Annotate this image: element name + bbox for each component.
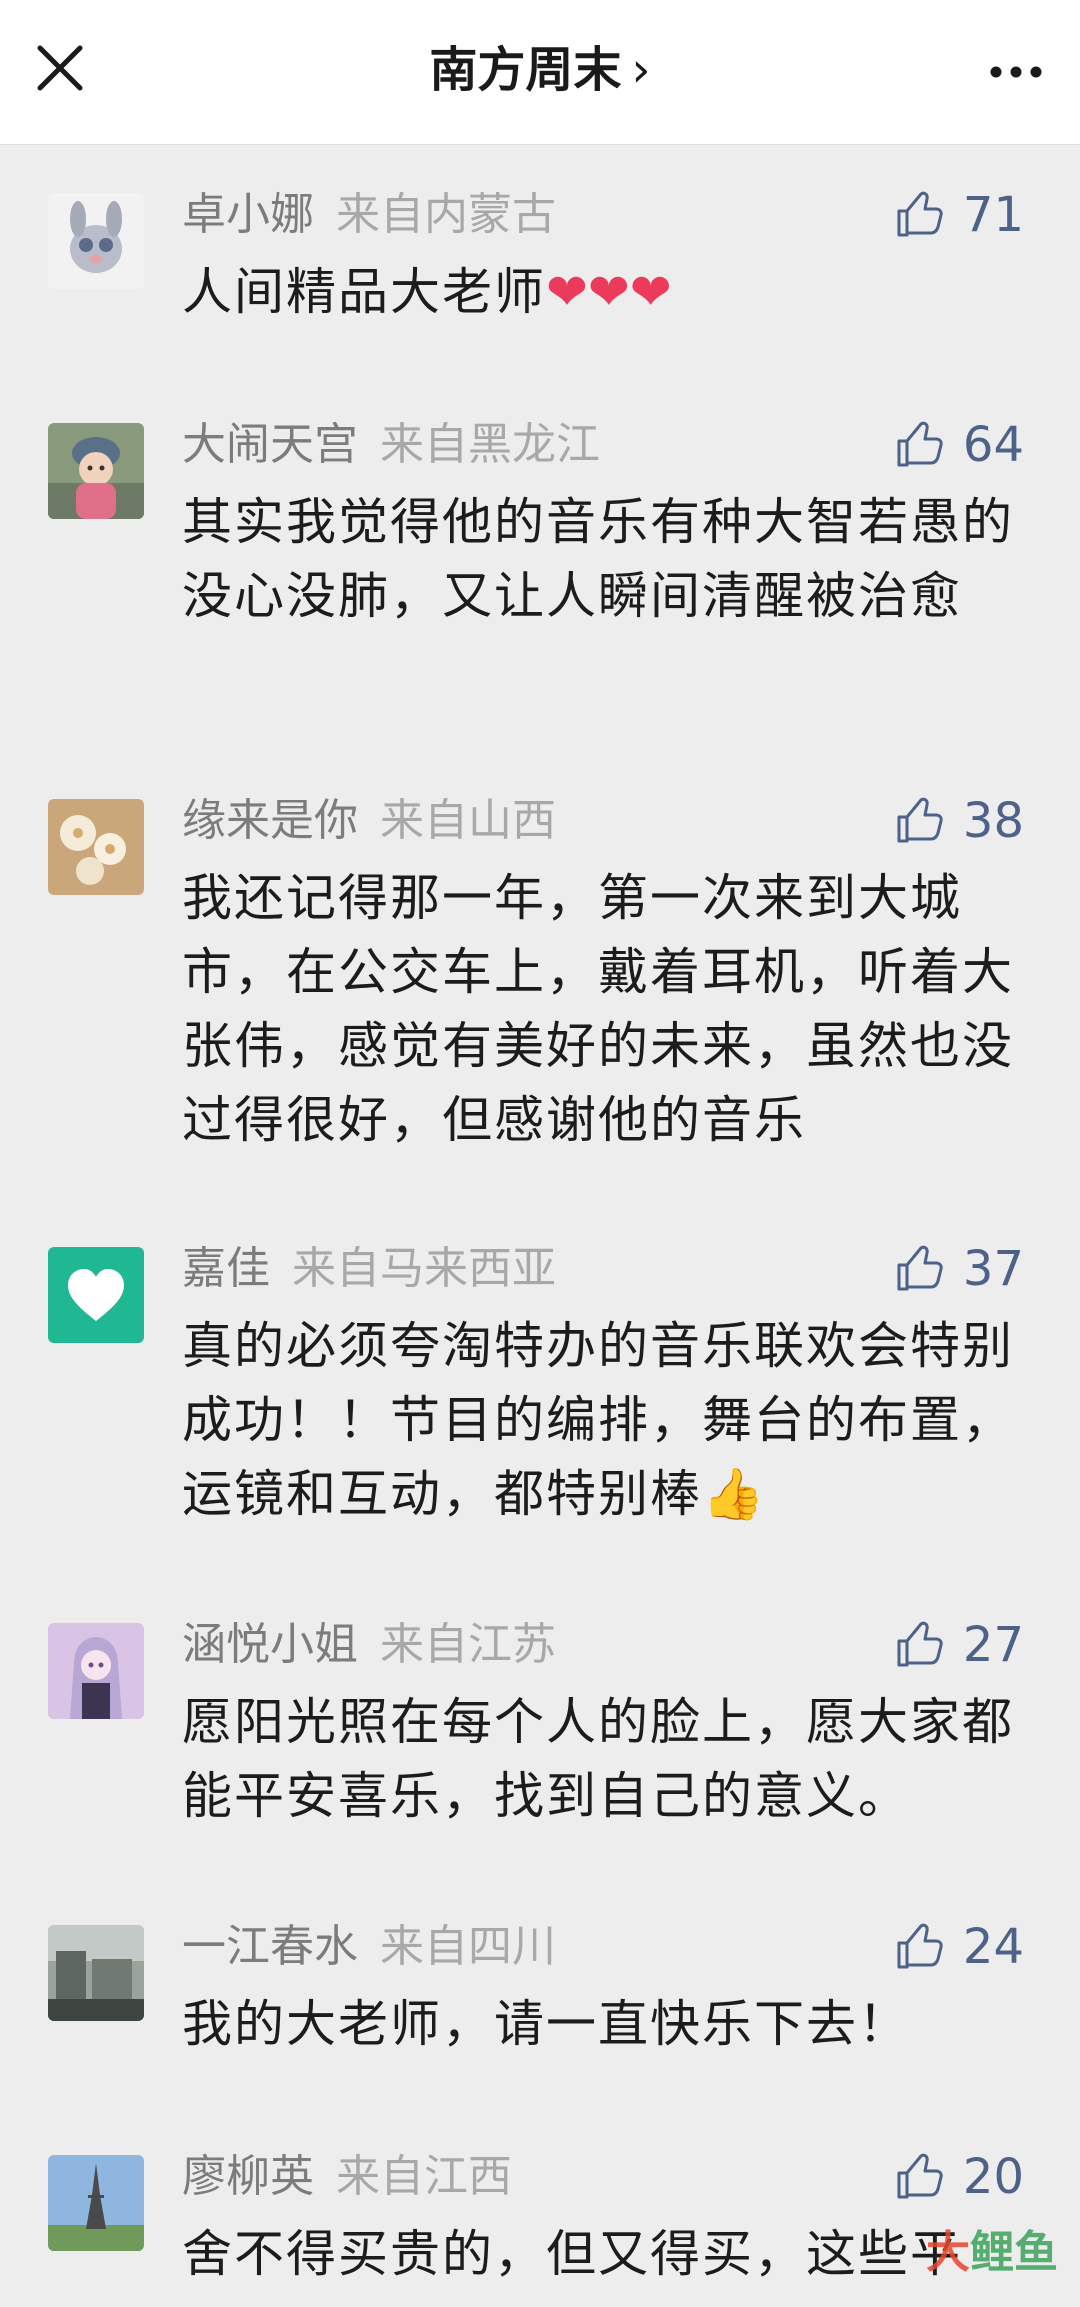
comment-body: 真的必须夸淘特办的音乐联欢会特别成功！！节目的编排，舞台的布置，运镜和互动，都特… — [182, 1317, 1014, 1523]
like-count: 24 — [962, 1919, 1024, 1975]
avatar[interactable] — [48, 1247, 144, 1343]
comment-item: 卓小娜 来自内蒙古 71 人间精品大老师❤❤❤ — [0, 145, 1080, 375]
like-button[interactable]: 64 — [893, 415, 1024, 475]
chevron-right-icon: › — [631, 42, 651, 98]
like-button[interactable]: 38 — [893, 791, 1024, 851]
like-button[interactable]: 27 — [893, 1615, 1024, 1675]
commenter-name[interactable]: 一江春水 — [182, 1921, 358, 1972]
thumbs-up-icon — [897, 2153, 943, 2199]
like-count: 27 — [962, 1617, 1024, 1673]
comment-meta: 大闹天宫 来自黑龙江 — [182, 415, 600, 475]
thumbs-up-emoji: 👍 — [702, 1465, 767, 1523]
commenter-name[interactable]: 嘉佳 — [182, 1243, 270, 1294]
avatar[interactable] — [48, 1925, 144, 2021]
comment-text: 人间精品大老师❤❤❤ — [182, 255, 1022, 329]
like-count: 71 — [962, 187, 1024, 243]
comment-text: 我还记得那一年，第一次来到大城市，在公交车上，戴着耳机，听着大张伟，感觉有美好的… — [182, 869, 1014, 1149]
commenter-location: 来自山西 — [380, 795, 556, 846]
avatar[interactable] — [48, 423, 144, 519]
like-button[interactable]: 71 — [893, 185, 1024, 245]
like-count: 38 — [962, 793, 1024, 849]
heart-emoji: ❤❤❤ — [546, 263, 672, 321]
thumbs-up-icon — [897, 1621, 943, 1667]
comment-meta: 廖柳英 来自江西 — [182, 2147, 512, 2207]
commenter-location: 来自江西 — [336, 2151, 512, 2202]
commenter-location: 来自马来西亚 — [292, 1243, 556, 1294]
commenter-name[interactable]: 廖柳英 — [182, 2151, 314, 2202]
commenter-location: 来自黑龙江 — [380, 419, 600, 470]
comment-item: 大闹天宫 来自黑龙江 64 其实我觉得他的音乐有种大智若愚的没心没肺，又让人瞬间清… — [0, 375, 1080, 751]
comment-meta: 缘来是你 来自山西 — [182, 791, 556, 851]
thumbs-up-icon — [897, 421, 943, 467]
comment-item: 廖柳英 来自江西 20 舍不得买贵的，但又得买，这些平 — [0, 2107, 1080, 2307]
commenter-name[interactable]: 涵悦小姐 — [182, 1619, 358, 1670]
avatar[interactable] — [48, 193, 144, 289]
thumbs-up-icon — [897, 797, 943, 843]
watermark-logo: 大鲤鱼 — [926, 2216, 1058, 2280]
watermark-part1: 大 — [926, 2227, 970, 2278]
like-button[interactable]: 24 — [893, 1917, 1024, 1977]
avatar[interactable] — [48, 799, 144, 895]
comment-text: 真的必须夸淘特办的音乐联欢会特别成功！！节目的编排，舞台的布置，运镜和互动，都特… — [182, 1309, 1022, 1531]
commenter-location: 来自内蒙古 — [336, 189, 556, 240]
like-button[interactable]: 20 — [893, 2147, 1024, 2207]
comment-meta: 涵悦小姐 来自江苏 — [182, 1615, 556, 1675]
comment-text: 其实我觉得他的音乐有种大智若愚的没心没肺，又让人瞬间清醒被治愈 — [182, 493, 1014, 625]
comment-item: 缘来是你 来自山西 38 我还记得那一年，第一次来到大城市，在公交车上，戴着耳机，… — [0, 751, 1080, 1199]
comment-text: 愿阳光照在每个人的脸上，愿大家都能平安喜乐，找到自己的意义。 — [182, 1693, 1014, 1825]
more-icon[interactable] — [986, 52, 1046, 92]
comment-meta: 一江春水 来自四川 — [182, 1917, 556, 1977]
commenter-location: 来自四川 — [380, 1921, 556, 1972]
commenter-name[interactable]: 卓小娜 — [182, 189, 314, 240]
commenter-name[interactable]: 大闹天宫 — [182, 419, 358, 470]
comment-item: 嘉佳 来自马来西亚 37 真的必须夸淘特办的音乐联欢会特别成功！！节目的编排，舞台… — [0, 1199, 1080, 1575]
like-count: 20 — [962, 2149, 1024, 2205]
thumbs-up-icon — [897, 1923, 943, 1969]
thumbs-up-icon — [897, 191, 943, 237]
like-count: 64 — [962, 417, 1024, 473]
avatar[interactable] — [48, 2155, 144, 2251]
comment-meta: 卓小娜 来自内蒙古 — [182, 185, 556, 245]
account-name: 南方周末 — [429, 42, 622, 98]
top-nav-bar: 南方周末 › — [0, 0, 1080, 145]
watermark-part2: 鲤鱼 — [970, 2227, 1058, 2278]
commenter-name[interactable]: 缘来是你 — [182, 795, 358, 846]
commenter-location: 来自江苏 — [380, 1619, 556, 1670]
avatar[interactable] — [48, 1623, 144, 1719]
account-title[interactable]: 南方周末 › — [0, 42, 1080, 98]
comment-item: 涵悦小姐 来自江苏 27 愿阳光照在每个人的脸上，愿大家都能平安喜乐，找到自己的意… — [0, 1575, 1080, 1877]
comment-meta: 嘉佳 来自马来西亚 — [182, 1239, 556, 1299]
comment-text: 舍不得买贵的，但又得买，这些平 — [182, 2225, 962, 2283]
thumbs-up-icon — [897, 1245, 943, 1291]
like-button[interactable]: 37 — [893, 1239, 1024, 1299]
comment-body: 人间精品大老师 — [182, 263, 546, 321]
like-count: 37 — [962, 1241, 1024, 1297]
comment-text: 我的大老师，请一直快乐下去！ — [182, 1995, 910, 2053]
comment-item: 一江春水 来自四川 24 我的大老师，请一直快乐下去！ — [0, 1877, 1080, 2107]
